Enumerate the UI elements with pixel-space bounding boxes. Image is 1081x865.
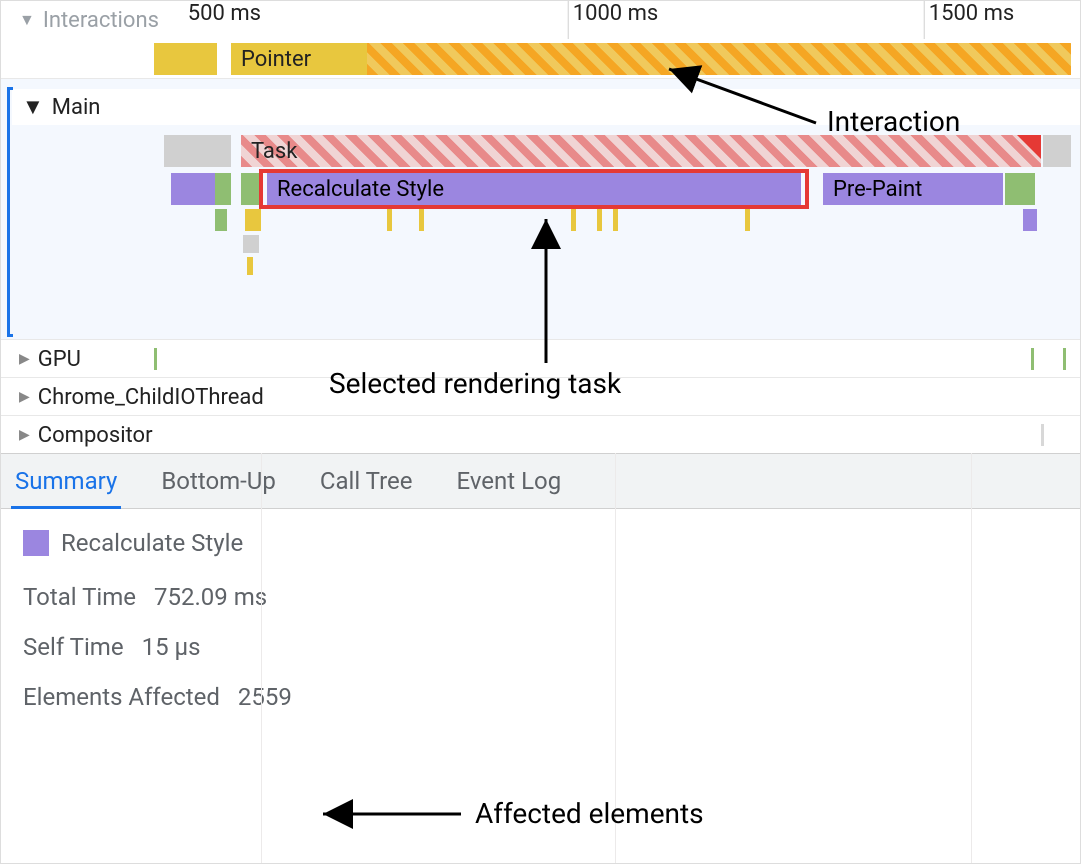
- elements-affected-row: Elements Affected 2559: [23, 683, 1058, 711]
- pointer-pre-bar: [154, 43, 217, 75]
- long-task-marker: [1017, 135, 1041, 159]
- micro-bar[interactable]: [419, 209, 424, 231]
- paint-bar[interactable]: [1005, 173, 1035, 205]
- ruler-tick: 1000 ms: [568, 1, 659, 39]
- chevron-right-icon: ▶: [19, 389, 30, 405]
- ruler-tick: 1500 ms: [924, 1, 1015, 39]
- total-time-label: Total Time: [23, 583, 136, 611]
- tab-call-tree[interactable]: Call Tree: [320, 454, 413, 508]
- total-time-value: 752.09 ms: [154, 583, 267, 611]
- selection-bracket: [7, 87, 13, 337]
- gpu-label: GPU: [38, 347, 81, 372]
- pre-paint-label: Pre-Paint: [833, 177, 922, 202]
- task-bar[interactable]: Task: [241, 135, 1041, 167]
- chrome-childio-label: Chrome_ChildIOThread: [38, 385, 264, 410]
- gpu-tick: [1031, 348, 1034, 370]
- annotation-affected: Affected elements: [475, 797, 704, 830]
- compositor-tick: [1041, 424, 1044, 446]
- chrome-childio-track[interactable]: ▶ Chrome_ChildIOThread: [1, 377, 1080, 415]
- micro-bar[interactable]: [1023, 209, 1037, 231]
- micro-bar[interactable]: [247, 257, 253, 275]
- interaction-pointer-row[interactable]: Pointer: [1, 39, 1080, 79]
- chevron-right-icon: ▶: [19, 351, 30, 367]
- tab-summary[interactable]: Summary: [15, 454, 117, 508]
- chevron-right-icon: ▶: [19, 427, 30, 443]
- micro-bar[interactable]: [613, 209, 618, 231]
- micro-bar[interactable]: [745, 209, 750, 231]
- style-bar-small[interactable]: [171, 173, 215, 205]
- micro-bar[interactable]: [215, 209, 227, 231]
- color-swatch: [23, 530, 49, 556]
- micro-bar[interactable]: [571, 209, 576, 231]
- summary-panel: Recalculate Style Total Time 752.09 ms S…: [1, 509, 1080, 753]
- elements-affected-label: Elements Affected: [23, 683, 220, 711]
- compositor-label: Compositor: [38, 423, 153, 448]
- self-time-label: Self Time: [23, 633, 124, 661]
- micro-bar[interactable]: [245, 209, 261, 231]
- task-label: Task: [251, 139, 297, 164]
- main-track-header[interactable]: ▼ Main: [12, 89, 1080, 125]
- ruler-tick: 500 ms: [184, 1, 261, 39]
- elements-affected-value: 2559: [238, 683, 292, 711]
- tab-event-log[interactable]: Event Log: [456, 454, 561, 508]
- main-thread-track[interactable]: ▼ Main Task Recalculate Style Pre-Paint: [1, 79, 1080, 339]
- micro-bar[interactable]: [243, 235, 259, 253]
- recalculate-style-bar[interactable]: Recalculate Style: [267, 173, 801, 205]
- task-bar-trailing[interactable]: [1043, 135, 1071, 167]
- details-title: Recalculate Style: [61, 529, 243, 557]
- chevron-down-icon: ▼: [22, 94, 44, 120]
- pointer-long-task-bar: [367, 43, 1071, 75]
- gpu-track[interactable]: ▶ GPU: [1, 339, 1080, 377]
- micro-bar[interactable]: [597, 209, 602, 231]
- self-time-row: Self Time 15 μs: [23, 633, 1058, 661]
- self-time-value: 15 μs: [142, 633, 201, 661]
- paint-bar-small[interactable]: [215, 173, 231, 205]
- compositor-track[interactable]: ▶ Compositor: [1, 415, 1080, 453]
- pointer-label: Pointer: [241, 47, 311, 72]
- micro-bar[interactable]: [387, 209, 392, 231]
- pre-paint-bar[interactable]: Pre-Paint: [823, 173, 1003, 205]
- main-label: Main: [52, 95, 101, 120]
- pointer-bar[interactable]: Pointer: [231, 43, 367, 75]
- total-time-row: Total Time 752.09 ms: [23, 583, 1058, 611]
- paint-bar-small-2[interactable]: [241, 173, 259, 205]
- recalculate-style-label: Recalculate Style: [277, 177, 444, 202]
- gpu-tick: [154, 348, 157, 370]
- task-bar-small[interactable]: [164, 135, 231, 167]
- interactions-track-header[interactable]: ▼ Interactions 500 ms 1000 ms 1500 ms: [1, 1, 1080, 39]
- chevron-down-icon: ▼: [19, 10, 35, 30]
- gpu-tick: [1063, 348, 1066, 370]
- interactions-label: Interactions: [43, 8, 159, 33]
- details-tabs: Summary Bottom-Up Call Tree Event Log: [1, 453, 1080, 509]
- tab-bottom-up[interactable]: Bottom-Up: [161, 454, 276, 508]
